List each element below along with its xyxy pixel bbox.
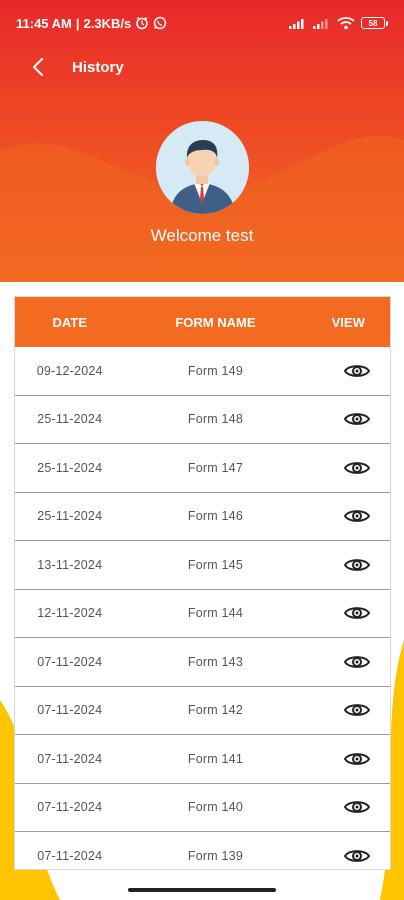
column-header-form-name: FORM NAME <box>175 314 256 330</box>
table-header: DATE FORM NAME VIEW <box>15 297 390 347</box>
status-separator: | <box>75 15 80 31</box>
row-form-name: Form 149 <box>187 363 243 378</box>
eye-icon <box>344 558 371 571</box>
app-bar: History <box>0 46 404 88</box>
row-form-name: Form 146 <box>187 509 243 524</box>
row-form-name: Form 145 <box>187 557 243 572</box>
column-header-date: DATE <box>52 314 87 330</box>
row-view-cell <box>306 647 390 677</box>
whatsapp-icon <box>154 16 167 30</box>
row-form-name: Form 147 <box>187 460 243 475</box>
view-button[interactable] <box>337 453 377 483</box>
eye-icon <box>344 704 371 717</box>
row-view-cell <box>306 598 390 628</box>
row-date: 07-11-2024 <box>37 703 103 718</box>
view-button[interactable] <box>337 501 377 531</box>
view-button[interactable] <box>337 598 377 628</box>
eye-icon <box>344 849 371 862</box>
table-row: 09-12-2024 Form 149 <box>15 347 390 396</box>
row-date: 13-11-2024 <box>37 557 103 572</box>
eye-icon <box>344 510 371 523</box>
row-form-name: Form 144 <box>187 606 243 621</box>
eye-icon <box>344 413 371 426</box>
row-view-cell <box>306 841 390 869</box>
home-indicator[interactable] <box>128 888 276 892</box>
row-view-cell <box>306 356 390 386</box>
view-button[interactable] <box>337 404 377 434</box>
wifi-icon <box>337 17 355 30</box>
row-view-cell <box>306 792 390 822</box>
view-button[interactable] <box>337 695 377 725</box>
view-button[interactable] <box>337 744 377 774</box>
view-button[interactable] <box>337 550 377 580</box>
eye-icon <box>344 364 371 377</box>
signal-icon <box>289 19 304 29</box>
row-form-name: Form 148 <box>187 412 243 427</box>
user-avatar-icon <box>156 121 249 214</box>
back-button[interactable] <box>18 47 58 87</box>
view-button[interactable] <box>337 647 377 677</box>
battery-icon: 58 <box>361 17 388 29</box>
row-form-name: Form 140 <box>187 800 243 815</box>
row-form-name: Form 142 <box>187 703 243 718</box>
chevron-left-icon <box>33 58 43 76</box>
row-form-name: Form 143 <box>187 654 243 669</box>
status-right: 58 <box>289 16 388 30</box>
row-date: 07-11-2024 <box>37 800 103 815</box>
eye-icon <box>344 607 371 620</box>
row-date: 25-11-2024 <box>37 460 103 475</box>
row-date: 12-11-2024 <box>37 606 103 621</box>
view-button[interactable] <box>337 356 377 386</box>
table-row: 25-11-2024 Form 146 <box>15 492 390 541</box>
table-row: 12-11-2024 Form 144 <box>15 589 390 638</box>
row-date: 09-12-2024 <box>36 363 103 378</box>
table-row: 25-11-2024 Form 147 <box>15 444 390 493</box>
row-date: 25-11-2024 <box>37 412 103 427</box>
network-speed: 2.3KB/s <box>83 15 132 31</box>
table-row: 07-11-2024 Form 139 <box>15 832 390 869</box>
alarm-icon <box>136 16 148 30</box>
history-table: DATE FORM NAME VIEW 09-12-2024 Form 149 25… <box>14 296 391 870</box>
page-title: History <box>72 58 124 76</box>
row-view-cell <box>306 695 390 725</box>
status-time: 11:45 AM <box>16 15 72 31</box>
avatar <box>156 121 249 214</box>
eye-icon <box>344 752 371 765</box>
table-body: 09-12-2024 Form 149 25-11-2024 Form 148 25-1… <box>15 347 390 869</box>
view-button[interactable] <box>337 792 377 822</box>
table-row: 07-11-2024 Form 142 <box>15 686 390 735</box>
table-row: 07-11-2024 Form 141 <box>15 735 390 784</box>
row-view-cell <box>306 453 390 483</box>
table-row: 07-11-2024 Form 140 <box>15 783 390 832</box>
row-form-name: Form 141 <box>187 751 243 766</box>
battery-level: 58 <box>368 18 378 28</box>
row-date: 07-11-2024 <box>37 848 103 863</box>
table-row: 07-11-2024 Form 143 <box>15 638 390 687</box>
row-view-cell <box>306 404 390 434</box>
table-row: 25-11-2024 Form 148 <box>15 395 390 444</box>
column-header-view: VIEW <box>331 314 365 330</box>
eye-icon <box>344 655 371 668</box>
row-date: 25-11-2024 <box>37 509 103 524</box>
status-left: 11:45 AM | 2.3KB/s <box>16 16 167 31</box>
eye-icon <box>344 801 371 814</box>
welcome-text: Welcome test <box>150 226 254 245</box>
row-view-cell <box>306 501 390 531</box>
row-view-cell <box>306 744 390 774</box>
row-form-name: Form 139 <box>187 848 243 863</box>
table-row: 13-11-2024 Form 145 <box>15 541 390 590</box>
eye-icon <box>344 461 371 474</box>
row-date: 07-11-2024 <box>37 654 103 669</box>
status-bar: 11:45 AM | 2.3KB/s 58 <box>0 0 404 46</box>
signal-icon-2 <box>313 19 328 29</box>
view-button[interactable] <box>337 841 377 869</box>
row-date: 07-11-2024 <box>37 751 103 766</box>
row-view-cell <box>306 550 390 580</box>
